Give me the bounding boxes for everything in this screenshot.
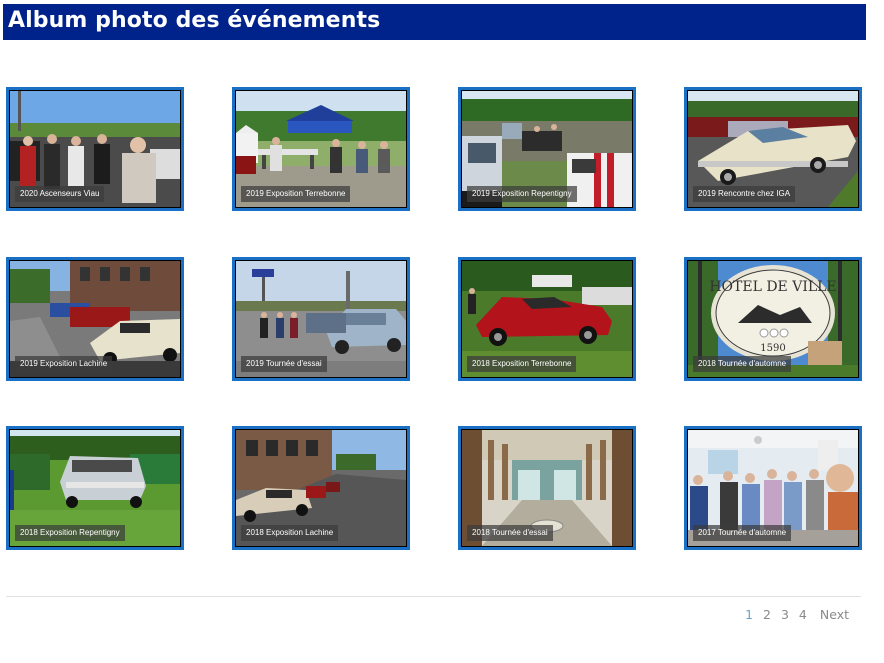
page-link-4[interactable]: 4 [794,605,812,625]
album-card[interactable]: 2018 Tournée d'essai [458,426,636,550]
album-card[interactable]: 2018 Exposition Repentigny [6,426,184,550]
album-caption: 2019 Rencontre chez IGA [693,186,796,202]
pagination: 1 2 3 4 Next [740,605,854,625]
album-caption: 2018 Exposition Terrebonne [467,356,577,372]
album-card[interactable]: 2019 Rencontre chez IGA [684,87,862,211]
album-card[interactable]: 2019 Tournée d'essai [232,257,410,381]
svg-text:HOTEL DE VILLE: HOTEL DE VILLE [709,279,836,295]
album-caption: 2018 Tournée d'automne [693,356,792,372]
album-card[interactable]: 2019 Exposition Repentigny [458,87,636,211]
album-card[interactable]: 2019 Exposition Lachine [6,257,184,381]
album-caption: 2018 Exposition Lachine [241,525,339,541]
album-caption: 2019 Exposition Terrebonne [241,186,351,202]
page-link-1[interactable]: 1 [740,605,758,625]
album-card[interactable]: 2018 Exposition Terrebonne [458,257,636,381]
pagination-divider [6,596,861,597]
album-caption: 2017 Tournée d'automne [693,525,792,541]
album-caption: 2019 Exposition Repentigny [467,186,577,202]
album-caption: 2018 Tournée d'essai [467,525,553,541]
next-page-link[interactable]: Next [812,605,854,625]
album-grid: 2020 Ascenseurs Viau 2019 Exposition Ter… [0,0,884,560]
album-card[interactable]: 2017 Tournée d'automne [684,426,862,550]
album-caption: 2019 Exposition Lachine [15,356,113,372]
album-card[interactable]: 2020 Ascenseurs Viau [6,87,184,211]
album-caption: 2019 Tournée d'essai [241,356,327,372]
page-link-2[interactable]: 2 [758,605,776,625]
page-link-3[interactable]: 3 [776,605,794,625]
album-card[interactable]: 2018 Exposition Lachine [232,426,410,550]
svg-text:1590: 1590 [760,343,785,354]
album-caption: 2020 Ascenseurs Viau [15,186,105,202]
album-caption: 2018 Exposition Repentigny [15,525,125,541]
album-card[interactable]: HOTEL DE VILLE 1590 2018 Tournée d'autom… [684,257,862,381]
album-card[interactable]: 2019 Exposition Terrebonne [232,87,410,211]
